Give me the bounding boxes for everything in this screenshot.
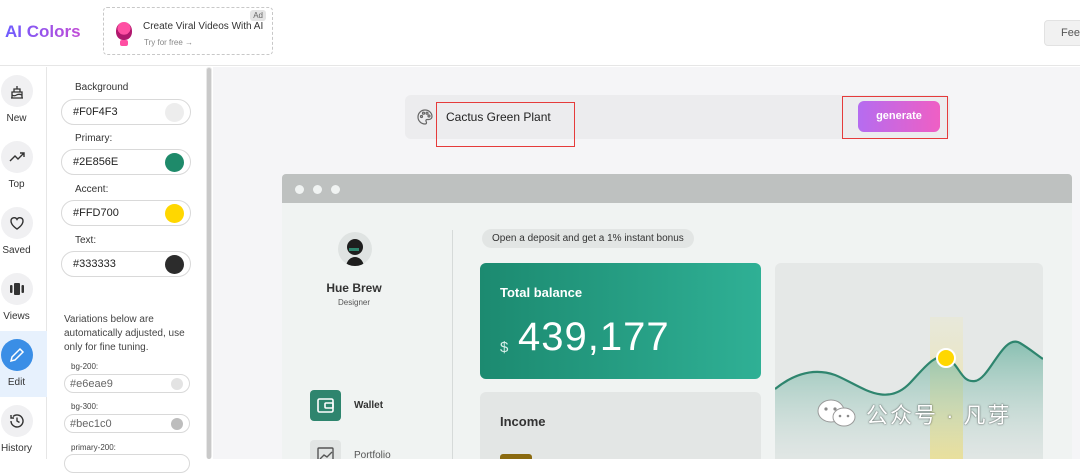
bg-200-value[interactable]: #e6eae9 bbox=[70, 378, 113, 390]
background-label: Background bbox=[75, 82, 129, 93]
rail-label-top: Top bbox=[8, 179, 25, 190]
background-swatch[interactable] bbox=[165, 103, 184, 122]
app-logo[interactable]: AI Colors bbox=[5, 22, 81, 42]
ad-banner[interactable]: Ad Create Viral Videos With AI Try for f… bbox=[103, 7, 273, 55]
promo-chip[interactable]: Open a deposit and get a 1% instant bonu… bbox=[482, 229, 694, 248]
rail-label-views: Views bbox=[3, 311, 30, 322]
primary-swatch[interactable] bbox=[165, 153, 184, 172]
accent-color-field[interactable]: #FFD700 bbox=[61, 200, 191, 226]
chart-line-icon bbox=[317, 447, 334, 459]
watermark-text: 公众号 · 凡芽 bbox=[866, 403, 1012, 428]
rail-item-saved[interactable]: Saved bbox=[0, 199, 47, 265]
balance-currency: $ bbox=[500, 339, 509, 356]
wallet-icon bbox=[317, 398, 334, 413]
carousel-icon bbox=[10, 283, 24, 295]
rail-label-saved: Saved bbox=[2, 245, 31, 256]
ad-cta-link[interactable]: Try for free → bbox=[144, 38, 193, 47]
text-swatch[interactable] bbox=[165, 255, 184, 274]
bg-300-swatch[interactable] bbox=[171, 418, 183, 430]
rail-label-new: New bbox=[6, 113, 27, 124]
bg-300-label: bg-300: bbox=[71, 402, 99, 411]
primary-200-field[interactable] bbox=[64, 454, 190, 473]
rail-item-top[interactable]: Top bbox=[0, 133, 47, 199]
rail-item-history[interactable]: History bbox=[0, 397, 47, 463]
text-color-value[interactable]: #333333 bbox=[73, 258, 116, 270]
rail-item-new[interactable]: New bbox=[0, 67, 47, 133]
wechat-icon bbox=[817, 399, 856, 427]
generate-button[interactable]: generate bbox=[858, 101, 940, 132]
avatar bbox=[338, 232, 372, 266]
cake-icon bbox=[11, 86, 23, 99]
rail-item-views[interactable]: Views bbox=[0, 265, 47, 331]
prompt-input-value[interactable]: Cactus Green Plant bbox=[446, 110, 551, 124]
ad-title[interactable]: Create Viral Videos With AI bbox=[143, 21, 263, 32]
preview-titlebar bbox=[282, 174, 1072, 203]
wallet-nav-button[interactable] bbox=[310, 390, 341, 421]
rail-label-edit: Edit bbox=[7, 377, 26, 388]
wallet-nav-label[interactable]: Wallet bbox=[354, 400, 383, 411]
text-color-field[interactable]: #333333 bbox=[61, 251, 191, 277]
app-header: AI Colors Ad Create Viral Videos With AI… bbox=[0, 0, 1080, 66]
primary-color-value[interactable]: #2E856E bbox=[73, 156, 118, 168]
portfolio-nav-button[interactable] bbox=[310, 440, 341, 459]
accent-swatch[interactable] bbox=[165, 204, 184, 223]
preview-divider bbox=[452, 230, 453, 459]
heart-icon bbox=[10, 217, 24, 230]
prompt-input[interactable] bbox=[436, 102, 575, 147]
bg-200-swatch[interactable] bbox=[171, 378, 183, 390]
bg-300-value[interactable]: #bec1c0 bbox=[70, 418, 112, 430]
window-dot-icon bbox=[331, 185, 340, 194]
panel-scrollbar-thumb[interactable] bbox=[207, 68, 211, 459]
income-item-thumbnail bbox=[500, 454, 532, 459]
window-dot-icon bbox=[295, 185, 304, 194]
balance-title: Total balance bbox=[500, 285, 583, 300]
edit-panel: Background #F0F4F3 Primary: #2E856E Acce… bbox=[48, 67, 206, 473]
rail-label-history: History bbox=[0, 443, 33, 454]
primary-200-label: primary-200: bbox=[71, 443, 116, 452]
history-icon bbox=[10, 414, 24, 428]
bg-200-field[interactable]: #e6eae9 bbox=[64, 374, 190, 393]
balance-card: Total balance $ 439,177 bbox=[480, 263, 761, 379]
text-color-label: Text: bbox=[75, 235, 97, 246]
primary-color-field[interactable]: #2E856E bbox=[61, 149, 191, 175]
variations-note: Variations below are automatically adjus… bbox=[64, 314, 185, 353]
palette-icon bbox=[417, 109, 433, 125]
ad-badge: Ad bbox=[250, 10, 266, 21]
user-name: Hue Brew bbox=[326, 281, 382, 295]
bg-200-label: bg-200: bbox=[71, 362, 99, 371]
nav-rail: New Top Saved Views Edit History bbox=[0, 67, 47, 459]
window-dot-icon bbox=[313, 185, 322, 194]
pencil-icon bbox=[9, 347, 25, 363]
rail-item-edit[interactable]: Edit bbox=[0, 331, 47, 397]
chart-marker[interactable] bbox=[936, 348, 956, 368]
background-color-field[interactable]: #F0F4F3 bbox=[61, 99, 191, 125]
balance-value: 439,177 bbox=[518, 315, 670, 359]
income-title: Income bbox=[500, 414, 546, 429]
accent-color-value[interactable]: #FFD700 bbox=[73, 207, 119, 219]
income-card: Income bbox=[480, 392, 761, 459]
background-color-value[interactable]: #F0F4F3 bbox=[73, 106, 118, 118]
bg-300-field[interactable]: #bec1c0 bbox=[64, 414, 190, 433]
feedback-button[interactable]: Feed bbox=[1044, 20, 1080, 46]
accent-label: Accent: bbox=[75, 184, 109, 195]
user-role: Designer bbox=[337, 298, 370, 307]
portfolio-nav-label[interactable]: Portfolio bbox=[354, 450, 391, 459]
trending-icon bbox=[9, 152, 25, 162]
user-avatar-icon bbox=[346, 239, 364, 266]
ad-avatar-icon bbox=[116, 22, 132, 46]
primary-label: Primary: bbox=[75, 133, 113, 144]
